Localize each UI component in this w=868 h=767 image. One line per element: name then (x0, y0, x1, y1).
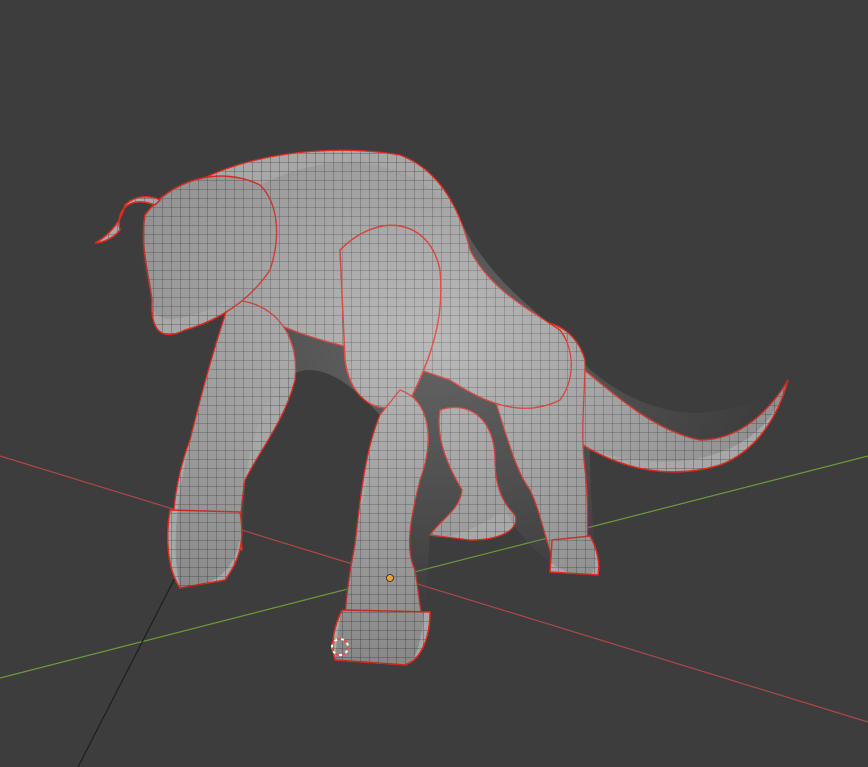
viewport-scene[interactable] (0, 0, 868, 767)
creature-mesh[interactable] (94, 149, 789, 666)
z-axis-line (77, 577, 176, 767)
mesh-shading (141, 162, 788, 666)
object-origin-dot[interactable] (386, 574, 394, 582)
3d-viewport[interactable] (0, 0, 868, 767)
